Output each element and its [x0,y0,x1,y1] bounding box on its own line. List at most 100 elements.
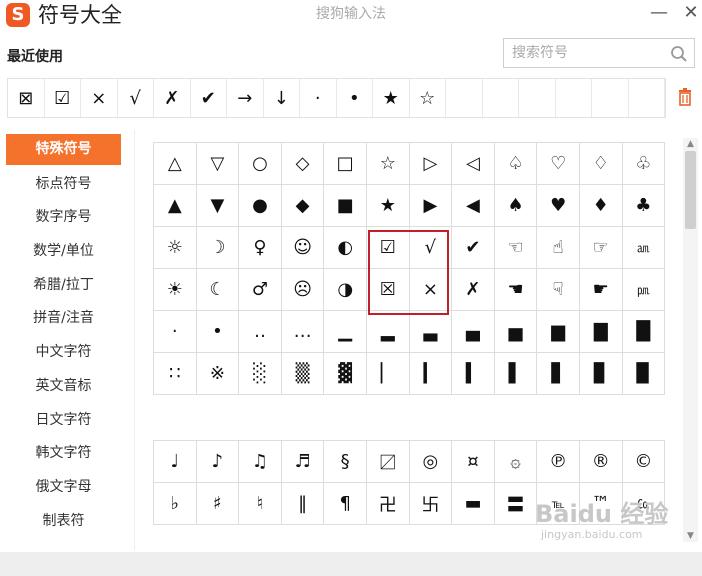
symbol-cell[interactable]: … [281,311,325,353]
symbol-cell[interactable]: ▷ [409,143,453,185]
sidebar-item-category[interactable]: 韩文字符 [6,437,121,471]
symbol-cell[interactable]: ☹ [281,269,325,311]
symbol-cell[interactable]: 〼 [366,441,410,483]
symbol-cell[interactable]: ♥ [537,185,580,227]
symbol-cell[interactable]: ▶ [409,185,453,227]
symbol-cell[interactable]: ♯ [196,483,240,525]
symbol-cell[interactable]: ☒ [366,269,410,311]
symbol-cell[interactable]: ○ [239,143,282,185]
symbol-cell[interactable]: ☺ [281,227,325,269]
scroll-up-icon[interactable]: ▲ [683,138,698,150]
symbol-cell[interactable]: ※ [196,353,240,395]
symbol-cell[interactable]: ♣ [622,185,666,227]
close-button[interactable]: ✕ [680,2,702,24]
symbol-cell[interactable]: ☞ [579,227,623,269]
sidebar-item-category[interactable]: 制表符 [6,505,121,539]
symbol-cell[interactable]: ◆ [281,185,325,227]
symbol-cell[interactable]: ☾ [196,269,240,311]
symbol-cell[interactable]: ♠ [494,185,538,227]
symbol-cell[interactable]: ░ [239,353,282,395]
symbol-cell[interactable]: § [324,441,367,483]
symbol-cell[interactable]: ♂ [239,269,282,311]
recent-symbol[interactable]: ☆ [410,79,446,117]
recent-symbol[interactable]: ★ [373,79,410,117]
symbol-cell[interactable]: ▽ [196,143,240,185]
symbol-cell[interactable]: ∷ [154,353,197,395]
scroll-down-icon[interactable]: ▼ [683,530,698,542]
symbol-cell[interactable]: ♭ [154,483,197,525]
symbol-cell[interactable]: ▅ [494,311,538,353]
recent-symbol[interactable]: · [300,79,337,117]
symbol-cell[interactable]: ☆ [366,143,410,185]
symbol-cell[interactable]: ㏘ [622,269,666,311]
symbol-cell[interactable]: ▃ [409,311,453,353]
symbol-cell[interactable]: ◑ [324,269,367,311]
symbol-cell[interactable]: ㏂ [622,227,666,269]
search-input[interactable] [504,39,664,67]
symbol-cell[interactable]: ‖ [281,483,325,525]
symbol-cell[interactable]: ℗ [537,441,580,483]
symbol-cell[interactable]: ☑ [366,227,410,269]
symbol-cell[interactable]: ¶ [324,483,367,525]
recent-symbol[interactable]: ✔ [191,79,227,117]
symbol-cell[interactable]: ♢ [579,143,623,185]
symbol-cell[interactable]: ‥ [239,311,282,353]
symbol-cell[interactable]: ▁ [324,311,367,353]
symbol-cell[interactable]: ★ [366,185,410,227]
symbol-cell[interactable]: ◇ [281,143,325,185]
symbol-cell[interactable]: ▎ [409,353,453,395]
recent-symbol[interactable]: ☑ [45,79,81,117]
symbol-cell[interactable]: ☜ [494,227,538,269]
symbol-cell[interactable]: ▒ [281,353,325,395]
symbol-cell[interactable]: ¤ [452,441,495,483]
symbol-cell[interactable]: ▍ [452,353,495,395]
symbol-cell[interactable]: ♬ [281,441,325,483]
symbol-cell[interactable]: ◎ [409,441,453,483]
symbol-cell[interactable]: ▌ [494,353,538,395]
symbol-cell[interactable]: ♪ [196,441,240,483]
scroll-thumb[interactable] [685,151,696,229]
recent-symbol[interactable]: ⊠ [8,79,45,117]
symbol-cell[interactable]: ● [239,185,282,227]
recent-symbol[interactable] [629,79,665,117]
symbol-cell[interactable]: ✗ [452,269,495,311]
sidebar-item-category[interactable]: 数字序号 [6,201,121,235]
symbol-cell[interactable]: ■ [324,185,367,227]
symbol-cell[interactable]: ♡ [537,143,580,185]
symbol-cell[interactable]: ♧ [622,143,666,185]
symbol-cell[interactable]: ▂ [366,311,410,353]
symbol-cell[interactable]: ☝ [537,227,580,269]
symbol-cell[interactable]: ♩ [154,441,197,483]
symbol-cell[interactable]: ▼ [196,185,240,227]
symbol-cell[interactable]: ◀ [452,185,495,227]
sidebar-item-category[interactable]: 中文字符 [6,336,121,370]
symbol-cell[interactable]: ♫ [239,441,282,483]
symbol-cell[interactable]: ▲ [154,185,197,227]
symbol-cell[interactable]: © [622,441,666,483]
symbol-cell[interactable]: × [409,269,453,311]
sidebar-item-category[interactable]: 拼音/注音 [6,302,121,336]
symbol-cell[interactable]: ▇ [579,311,623,353]
symbol-cell[interactable]: △ [154,143,197,185]
symbol-cell[interactable]: ▊ [579,353,623,395]
symbol-cell[interactable]: ▋ [537,353,580,395]
recent-symbol[interactable] [556,79,592,117]
symbol-cell[interactable]: ™ [579,483,623,525]
recent-symbol[interactable]: → [227,79,264,117]
symbol-cell[interactable]: 卐 [409,483,453,525]
symbol-cell[interactable]: • [196,311,240,353]
symbol-cell[interactable]: ♮ [239,483,282,525]
trash-icon[interactable] [678,88,692,106]
symbol-cell[interactable]: ♤ [494,143,538,185]
recent-symbol[interactable] [519,79,556,117]
symbol-cell[interactable]: █ [622,311,666,353]
recent-symbol[interactable]: √ [118,79,154,117]
symbol-cell[interactable]: ◁ [452,143,495,185]
sidebar-item-category[interactable]: 数学/单位 [6,235,121,269]
recent-symbol[interactable] [592,79,629,117]
symbol-cell[interactable]: √ [409,227,453,269]
recent-symbol[interactable]: • [337,79,373,117]
sidebar-item-category[interactable]: 日文字符 [6,404,121,438]
symbol-cell[interactable]: ♦ [579,185,623,227]
symbol-cell[interactable]: ▏ [366,353,410,395]
